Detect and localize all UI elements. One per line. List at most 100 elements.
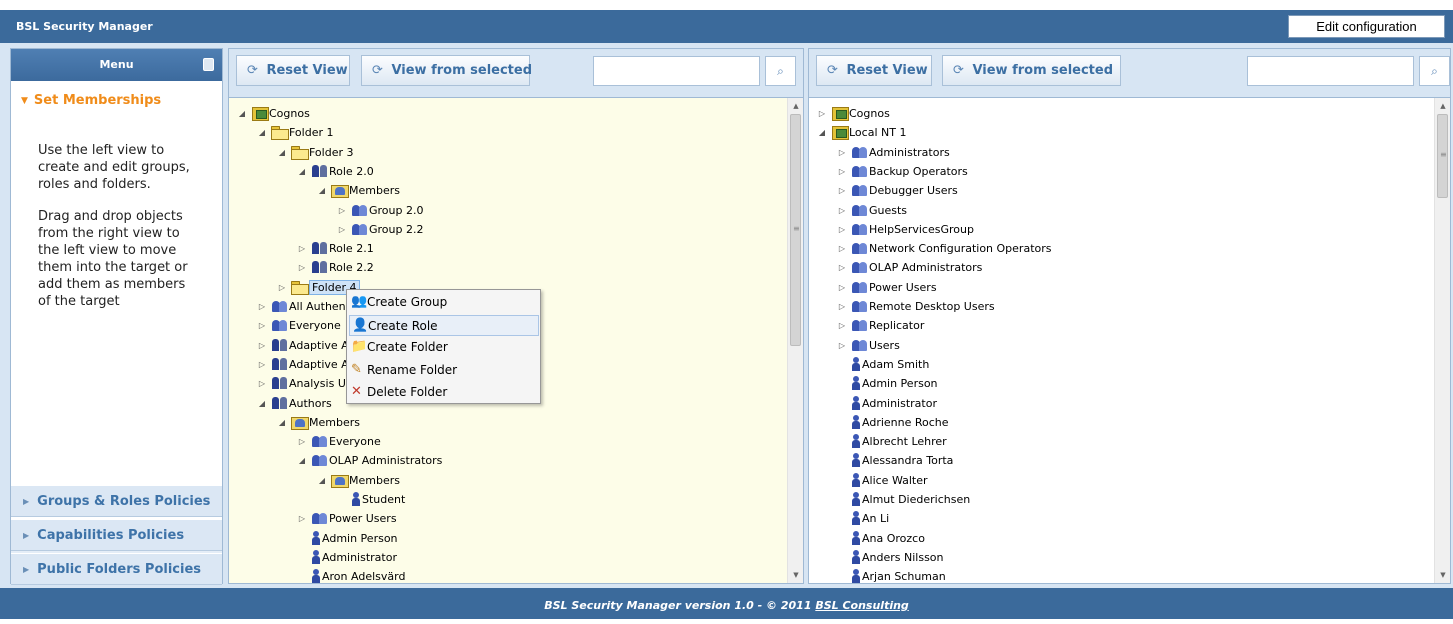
tree-node[interactable]: Alice Walter [837,471,928,490]
right-reset-view-button[interactable]: ⟳ Reset View [816,55,932,86]
expanded-arrow-icon[interactable]: ◢ [297,162,307,181]
tree-node[interactable]: ▷ All Authen [257,297,346,316]
collapsed-arrow-icon[interactable]: ▷ [837,239,847,258]
left-search-button[interactable]: ⌕ [765,56,796,86]
collapsed-arrow-icon[interactable]: ▷ [337,220,347,239]
tree-node[interactable]: ▷ Power Users [837,278,937,297]
right-tree[interactable]: ▲ ≡ ▼ ▷ Cognos ◢ Local NT 1 ▷ Administrators ▷… [809,97,1450,583]
collapsed-arrow-icon[interactable]: ▷ [837,297,847,316]
tree-node[interactable]: Adrienne Roche [837,413,949,432]
tree-node[interactable]: ▷ Everyone [257,316,341,335]
pin-icon[interactable] [203,58,214,71]
tree-node[interactable]: ▷ Adaptive A [257,355,349,374]
expanded-arrow-icon[interactable]: ◢ [297,451,307,470]
tree-node[interactable]: Admin Person [297,529,398,548]
tree-node[interactable]: ▷ Remote Desktop Users [837,297,995,316]
collapsed-arrow-icon[interactable]: ▷ [837,162,847,181]
collapsed-arrow-icon[interactable]: ▷ [337,201,347,220]
tree-node[interactable]: ▷ Everyone [297,432,381,451]
edit-configuration-button[interactable]: Edit configuration [1288,15,1445,38]
scroll-up-icon[interactable]: ▲ [1435,98,1450,114]
tree-node[interactable]: Student [337,490,405,509]
tree-node[interactable]: ◢ Members [317,471,400,490]
tree-node[interactable]: ▷ Users [837,336,900,355]
right-search-input[interactable] [1247,56,1414,86]
tree-node[interactable]: Admin Person [837,374,938,393]
collapsed-arrow-icon[interactable]: ▷ [277,278,287,297]
collapsed-arrow-icon[interactable]: ▷ [837,181,847,200]
footer-link[interactable]: BSL Consulting [815,599,909,612]
collapsed-arrow-icon[interactable]: ▷ [297,239,307,258]
tree-node[interactable]: ◢ Folder 3 [277,143,354,162]
scroll-down-icon[interactable]: ▼ [1435,567,1450,583]
expanded-arrow-icon[interactable]: ◢ [237,104,247,123]
tree-node[interactable]: Arjan Schuman [837,567,946,583]
tree-node[interactable]: ◢ Folder 1 [257,123,334,142]
menu-item-public-folders-policies[interactable]: ▶ Public Folders Policies [11,553,222,585]
tree-node[interactable]: ◢ Role 2.0 [297,162,374,181]
tree-node[interactable]: ▷ Network Configuration Operators [837,239,1052,258]
tree-node[interactable]: Adam Smith [837,355,929,374]
right-search-button[interactable]: ⌕ [1419,56,1450,86]
tree-node[interactable]: ▷ Role 2.1 [297,239,374,258]
tree-node[interactable]: ▷ OLAP Administrators [837,258,983,277]
tree-node[interactable]: Almut Diederichsen [837,490,970,509]
tree-node[interactable]: ◢ Members [277,413,360,432]
tree-node[interactable]: Albrecht Lehrer [837,432,947,451]
tree-node[interactable]: ▷ Debugger Users [837,181,958,200]
tree-node[interactable]: ▷ Adaptive A [257,336,349,355]
tree-node[interactable]: ▷ Group 2.2 [337,220,424,239]
expanded-arrow-icon[interactable]: ◢ [317,471,327,490]
left-reset-view-button[interactable]: ⟳ Reset View [236,55,350,86]
expanded-arrow-icon[interactable]: ◢ [277,143,287,162]
tree-node[interactable]: Anders Nilsson [837,548,944,567]
expanded-arrow-icon[interactable]: ◢ [257,394,267,413]
tree-node[interactable]: Aron Adelsvärd [297,567,405,583]
collapsed-arrow-icon[interactable]: ▷ [837,316,847,335]
expanded-arrow-icon[interactable]: ◢ [257,123,267,142]
tree-node[interactable]: ▷ Replicator [837,316,924,335]
context-menu-item[interactable]: ✎ Rename Folder [349,360,539,381]
menu-item-capabilities-policies[interactable]: ▶ Capabilities Policies [11,519,222,551]
tree-node[interactable]: ▷ Cognos [817,104,890,123]
scroll-up-icon[interactable]: ▲ [788,98,803,114]
collapsed-arrow-icon[interactable]: ▷ [837,336,847,355]
tree-node[interactable]: Administrator [297,548,397,567]
context-menu-item[interactable]: 📁 Create Folder [349,337,539,358]
tree-node[interactable]: ▷ Backup Operators [837,162,968,181]
collapsed-arrow-icon[interactable]: ▷ [257,297,267,316]
collapsed-arrow-icon[interactable]: ▷ [297,432,307,451]
menu-item-groups-roles-policies[interactable]: ▶ Groups & Roles Policies [11,485,222,517]
right-scrollbar[interactable]: ▲ ≡ ▼ [1434,98,1450,583]
collapsed-arrow-icon[interactable]: ▷ [257,355,267,374]
collapsed-arrow-icon[interactable]: ▷ [837,201,847,220]
collapsed-arrow-icon[interactable]: ▷ [257,316,267,335]
context-menu-item[interactable]: 👥 Create Group [349,292,539,313]
menu-section-set-memberships[interactable]: ▼ Set Memberships [21,93,161,108]
tree-node[interactable]: Ana Orozco [837,529,925,548]
tree-node[interactable]: ▷ Group 2.0 [337,201,424,220]
collapsed-arrow-icon[interactable]: ▷ [837,143,847,162]
left-view-from-selected-button[interactable]: ⟳ View from selected [361,55,532,86]
tree-node[interactable]: ▷ Guests [837,201,907,220]
scroll-down-icon[interactable]: ▼ [788,567,803,583]
tree-node[interactable]: Alessandra Torta [837,451,953,470]
tree-node[interactable]: ◢ OLAP Administrators [297,451,443,470]
tree-node[interactable]: ◢ Members [317,181,400,200]
expanded-arrow-icon[interactable]: ◢ [317,181,327,200]
collapsed-arrow-icon[interactable]: ▷ [297,258,307,277]
scroll-thumb[interactable]: ≡ [790,114,801,346]
tree-node[interactable]: ◢ Authors [257,394,332,413]
tree-node[interactable]: ▷ HelpServicesGroup [837,220,974,239]
left-scrollbar[interactable]: ▲ ≡ ▼ [787,98,803,583]
tree-node[interactable]: ▷ Power Users [297,509,397,528]
tree-node[interactable]: ◢ Local NT 1 [817,123,906,142]
tree-node[interactable]: ◢ Cognos [237,104,310,123]
collapsed-arrow-icon[interactable]: ▷ [837,258,847,277]
tree-node[interactable]: ▷ Role 2.2 [297,258,374,277]
context-menu-item[interactable]: 👤 Create Role [349,314,539,336]
right-view-from-selected-button[interactable]: ⟳ View from selected [942,55,1121,86]
expanded-arrow-icon[interactable]: ◢ [277,413,287,432]
collapsed-arrow-icon[interactable]: ▷ [837,278,847,297]
tree-node[interactable]: ▷ Analysis U [257,374,346,393]
